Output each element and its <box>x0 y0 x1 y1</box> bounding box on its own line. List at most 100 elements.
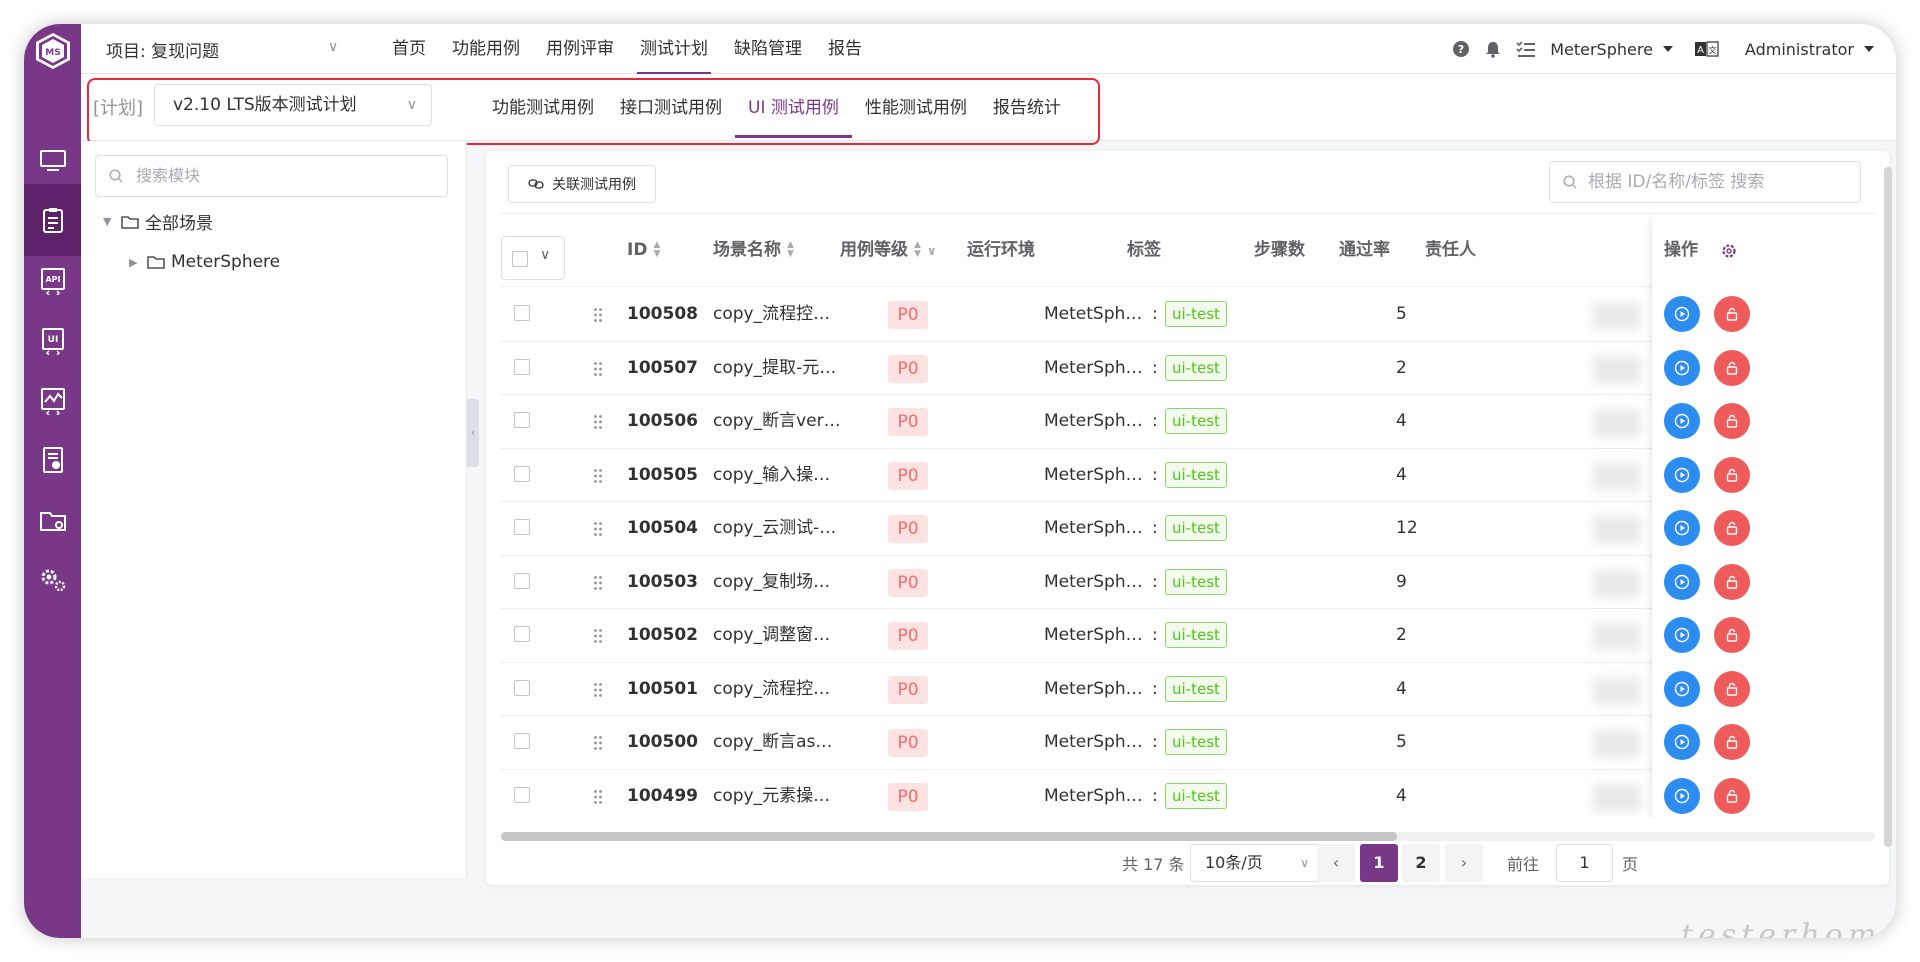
row-checkbox[interactable] <box>514 519 530 535</box>
drag-handle-icon[interactable] <box>593 521 603 537</box>
run-button[interactable] <box>1664 563 1700 600</box>
help-icon[interactable]: ? <box>1452 40 1470 58</box>
unlink-button[interactable] <box>1714 349 1750 386</box>
menu-functional-cases[interactable]: 功能用例 <box>439 24 533 74</box>
case-name[interactable]: copy_断言ver… <box>713 395 849 448</box>
unlink-button[interactable] <box>1714 510 1750 546</box>
unlink-button[interactable] <box>1714 403 1750 439</box>
page-1-button[interactable]: 1 <box>1360 844 1398 882</box>
watermark: testerhome.com <box>1681 918 1896 938</box>
collapse-panel-handle[interactable]: ‹ <box>467 399 479 467</box>
lock-icon <box>1726 307 1738 321</box>
row-checkbox[interactable] <box>514 465 530 482</box>
tree-node-metersphere[interactable]: ▶ MeterSphere <box>129 252 280 272</box>
drag-handle-icon[interactable] <box>593 307 603 323</box>
case-name[interactable]: copy_流程控… <box>713 288 849 341</box>
sort-icon[interactable]: ▲ ▼ <box>914 241 921 259</box>
row-checkbox[interactable] <box>514 305 530 321</box>
horizontal-scroll-thumb[interactable] <box>501 832 1397 841</box>
drag-handle-icon[interactable] <box>593 789 603 805</box>
drag-handle-icon[interactable] <box>593 628 603 644</box>
unlink-button[interactable] <box>1714 777 1750 814</box>
case-name[interactable]: copy_云测试-… <box>713 502 849 555</box>
drag-handle-icon[interactable] <box>593 361 603 377</box>
run-environment: MeterSph… <box>1044 464 1143 485</box>
drag-handle-icon[interactable] <box>593 735 603 751</box>
case-name[interactable]: copy_断言as… <box>713 716 849 769</box>
case-name[interactable]: copy_复制场… <box>713 556 849 609</box>
language-icon[interactable]: A文 <box>1694 41 1719 57</box>
col-id[interactable]: ID ▲ ▼ <box>627 214 660 287</box>
goto-page-input[interactable]: 1 <box>1556 844 1613 882</box>
menu-case-review[interactable]: 用例评审 <box>533 24 627 74</box>
tab-ui-cases[interactable]: UI 测试用例 <box>735 78 852 138</box>
unlink-button[interactable] <box>1714 724 1750 760</box>
unlink-button[interactable] <box>1714 456 1750 493</box>
row-checkbox[interactable] <box>514 358 530 375</box>
menu-defects[interactable]: 缺陷管理 <box>721 24 815 74</box>
associate-cases-button[interactable]: 关联测试用例 <box>508 165 656 203</box>
menu-test-plan[interactable]: 测试计划 <box>627 24 721 74</box>
prev-page-button[interactable]: ‹ <box>1317 844 1355 882</box>
drag-handle-icon[interactable] <box>593 468 603 484</box>
horizontal-scrollbar[interactable] <box>501 832 1875 841</box>
select-all-dropdown[interactable]: ∨ <box>501 236 565 280</box>
case-name[interactable]: copy_调整窗… <box>713 609 849 662</box>
case-name[interactable]: copy_元素操… <box>713 770 849 818</box>
run-button[interactable] <box>1664 456 1700 493</box>
app-logo[interactable]: MS <box>32 30 74 72</box>
run-button[interactable] <box>1664 777 1700 814</box>
unlink-button[interactable] <box>1714 617 1750 653</box>
tab-api-cases[interactable]: 接口测试用例 <box>607 78 735 138</box>
unlink-button[interactable] <box>1714 563 1750 600</box>
tab-report-stats[interactable]: 报告统计 <box>980 78 1074 138</box>
bell-icon[interactable] <box>1484 40 1502 58</box>
row-checkbox[interactable] <box>514 572 530 589</box>
run-button[interactable] <box>1664 296 1700 332</box>
row-checkbox[interactable] <box>514 733 530 749</box>
case-name[interactable]: copy_输入操… <box>713 449 849 502</box>
unlink-button[interactable] <box>1714 670 1750 707</box>
next-page-button[interactable]: › <box>1445 844 1483 882</box>
row-checkbox[interactable] <box>514 626 530 642</box>
drag-handle-icon[interactable] <box>593 414 603 430</box>
tab-functional-cases[interactable]: 功能测试用例 <box>479 78 607 138</box>
tree-node-root[interactable]: ▼ 全部场景 <box>103 209 213 234</box>
vertical-scrollbar[interactable] <box>1884 167 1892 847</box>
row-checkbox[interactable] <box>514 786 530 803</box>
run-button[interactable] <box>1664 617 1700 653</box>
case-name[interactable]: copy_提取-元… <box>713 342 849 395</box>
case-search-input[interactable]: 根据 ID/名称/标签 搜索 <box>1549 161 1861 203</box>
select-all-checkbox[interactable] <box>512 251 528 267</box>
filter-icon[interactable]: ∨ <box>927 244 937 258</box>
tag-badge: ui-test <box>1165 301 1227 327</box>
unlink-button[interactable] <box>1714 296 1750 332</box>
drag-handle-icon[interactable] <box>593 575 603 591</box>
sort-icon[interactable]: ▲ ▼ <box>787 241 794 259</box>
run-button[interactable] <box>1664 670 1700 707</box>
row-checkbox[interactable] <box>514 679 530 696</box>
run-button[interactable] <box>1664 349 1700 386</box>
project-switcher[interactable]: 项目: 复现问题 ∨ <box>106 37 338 62</box>
row-checkbox[interactable] <box>514 412 530 428</box>
workspace-switcher[interactable]: MeterSphere <box>1550 40 1653 59</box>
run-button[interactable] <box>1664 510 1700 546</box>
module-search-input[interactable]: 搜索模块 <box>95 155 448 197</box>
col-name[interactable]: 场景名称 ▲ ▼ <box>713 214 794 287</box>
plan-select[interactable]: v2.10 LTS版本测试计划 ∨ <box>154 84 432 126</box>
column-settings-icon[interactable] <box>1720 242 1738 260</box>
page-2-button[interactable]: 2 <box>1402 844 1440 882</box>
run-button[interactable] <box>1664 724 1700 760</box>
col-level[interactable]: 用例等级 ▲ ▼ ∨ <box>840 214 937 287</box>
sort-icon[interactable]: ▲ ▼ <box>653 241 660 259</box>
rail-system-settings[interactable] <box>24 544 81 616</box>
tab-performance-cases[interactable]: 性能测试用例 <box>852 78 980 138</box>
workspace-list-icon[interactable] <box>1516 40 1536 58</box>
menu-reports[interactable]: 报告 <box>815 24 875 74</box>
menu-home[interactable]: 首页 <box>379 24 439 74</box>
page-size-select[interactable]: 10条/页 ∨ <box>1190 844 1320 882</box>
drag-handle-icon[interactable] <box>593 682 603 698</box>
run-button[interactable] <box>1664 403 1700 439</box>
user-menu[interactable]: Administrator <box>1745 40 1854 59</box>
case-name[interactable]: copy_流程控… <box>713 663 849 716</box>
